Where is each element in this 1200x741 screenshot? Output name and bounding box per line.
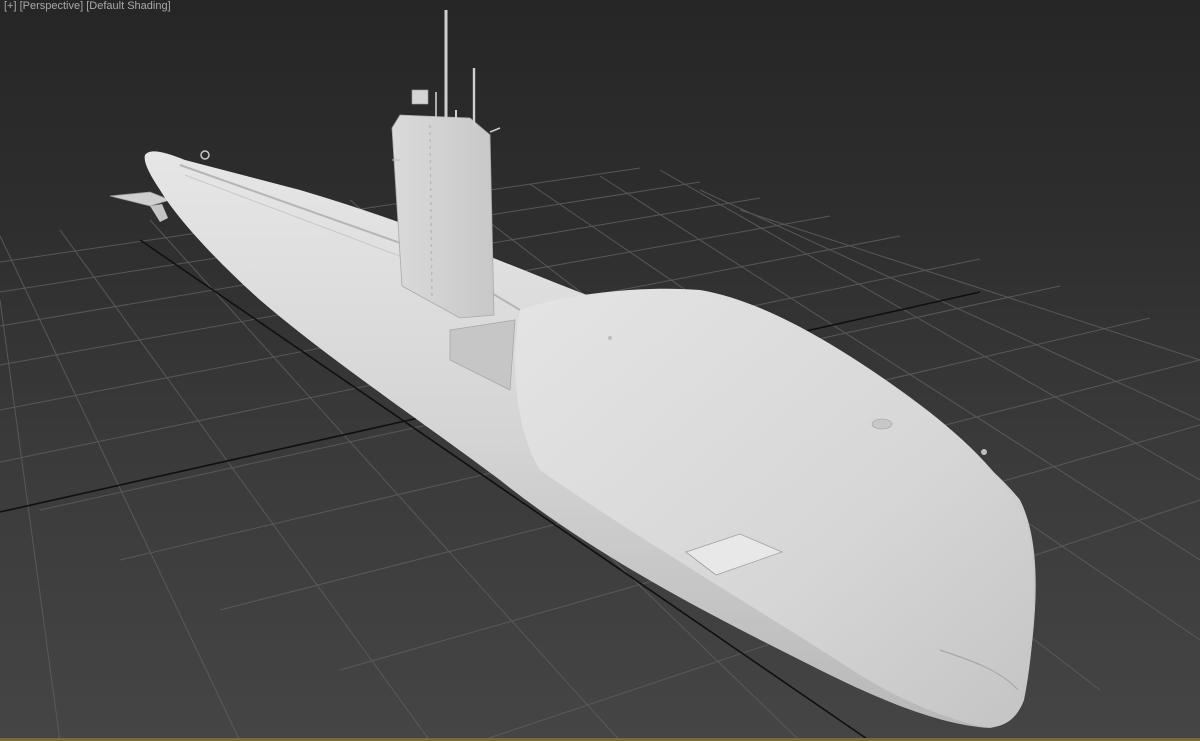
stern-fin — [109, 191, 172, 207]
viewport-scene[interactable] — [0, 0, 1200, 741]
sail — [391, 114, 495, 319]
submarine-model — [109, 10, 1036, 728]
radar-box — [411, 89, 429, 105]
masts — [435, 10, 501, 133]
3d-viewport[interactable]: [+] [Perspective] [Default Shading] — [0, 0, 1200, 741]
